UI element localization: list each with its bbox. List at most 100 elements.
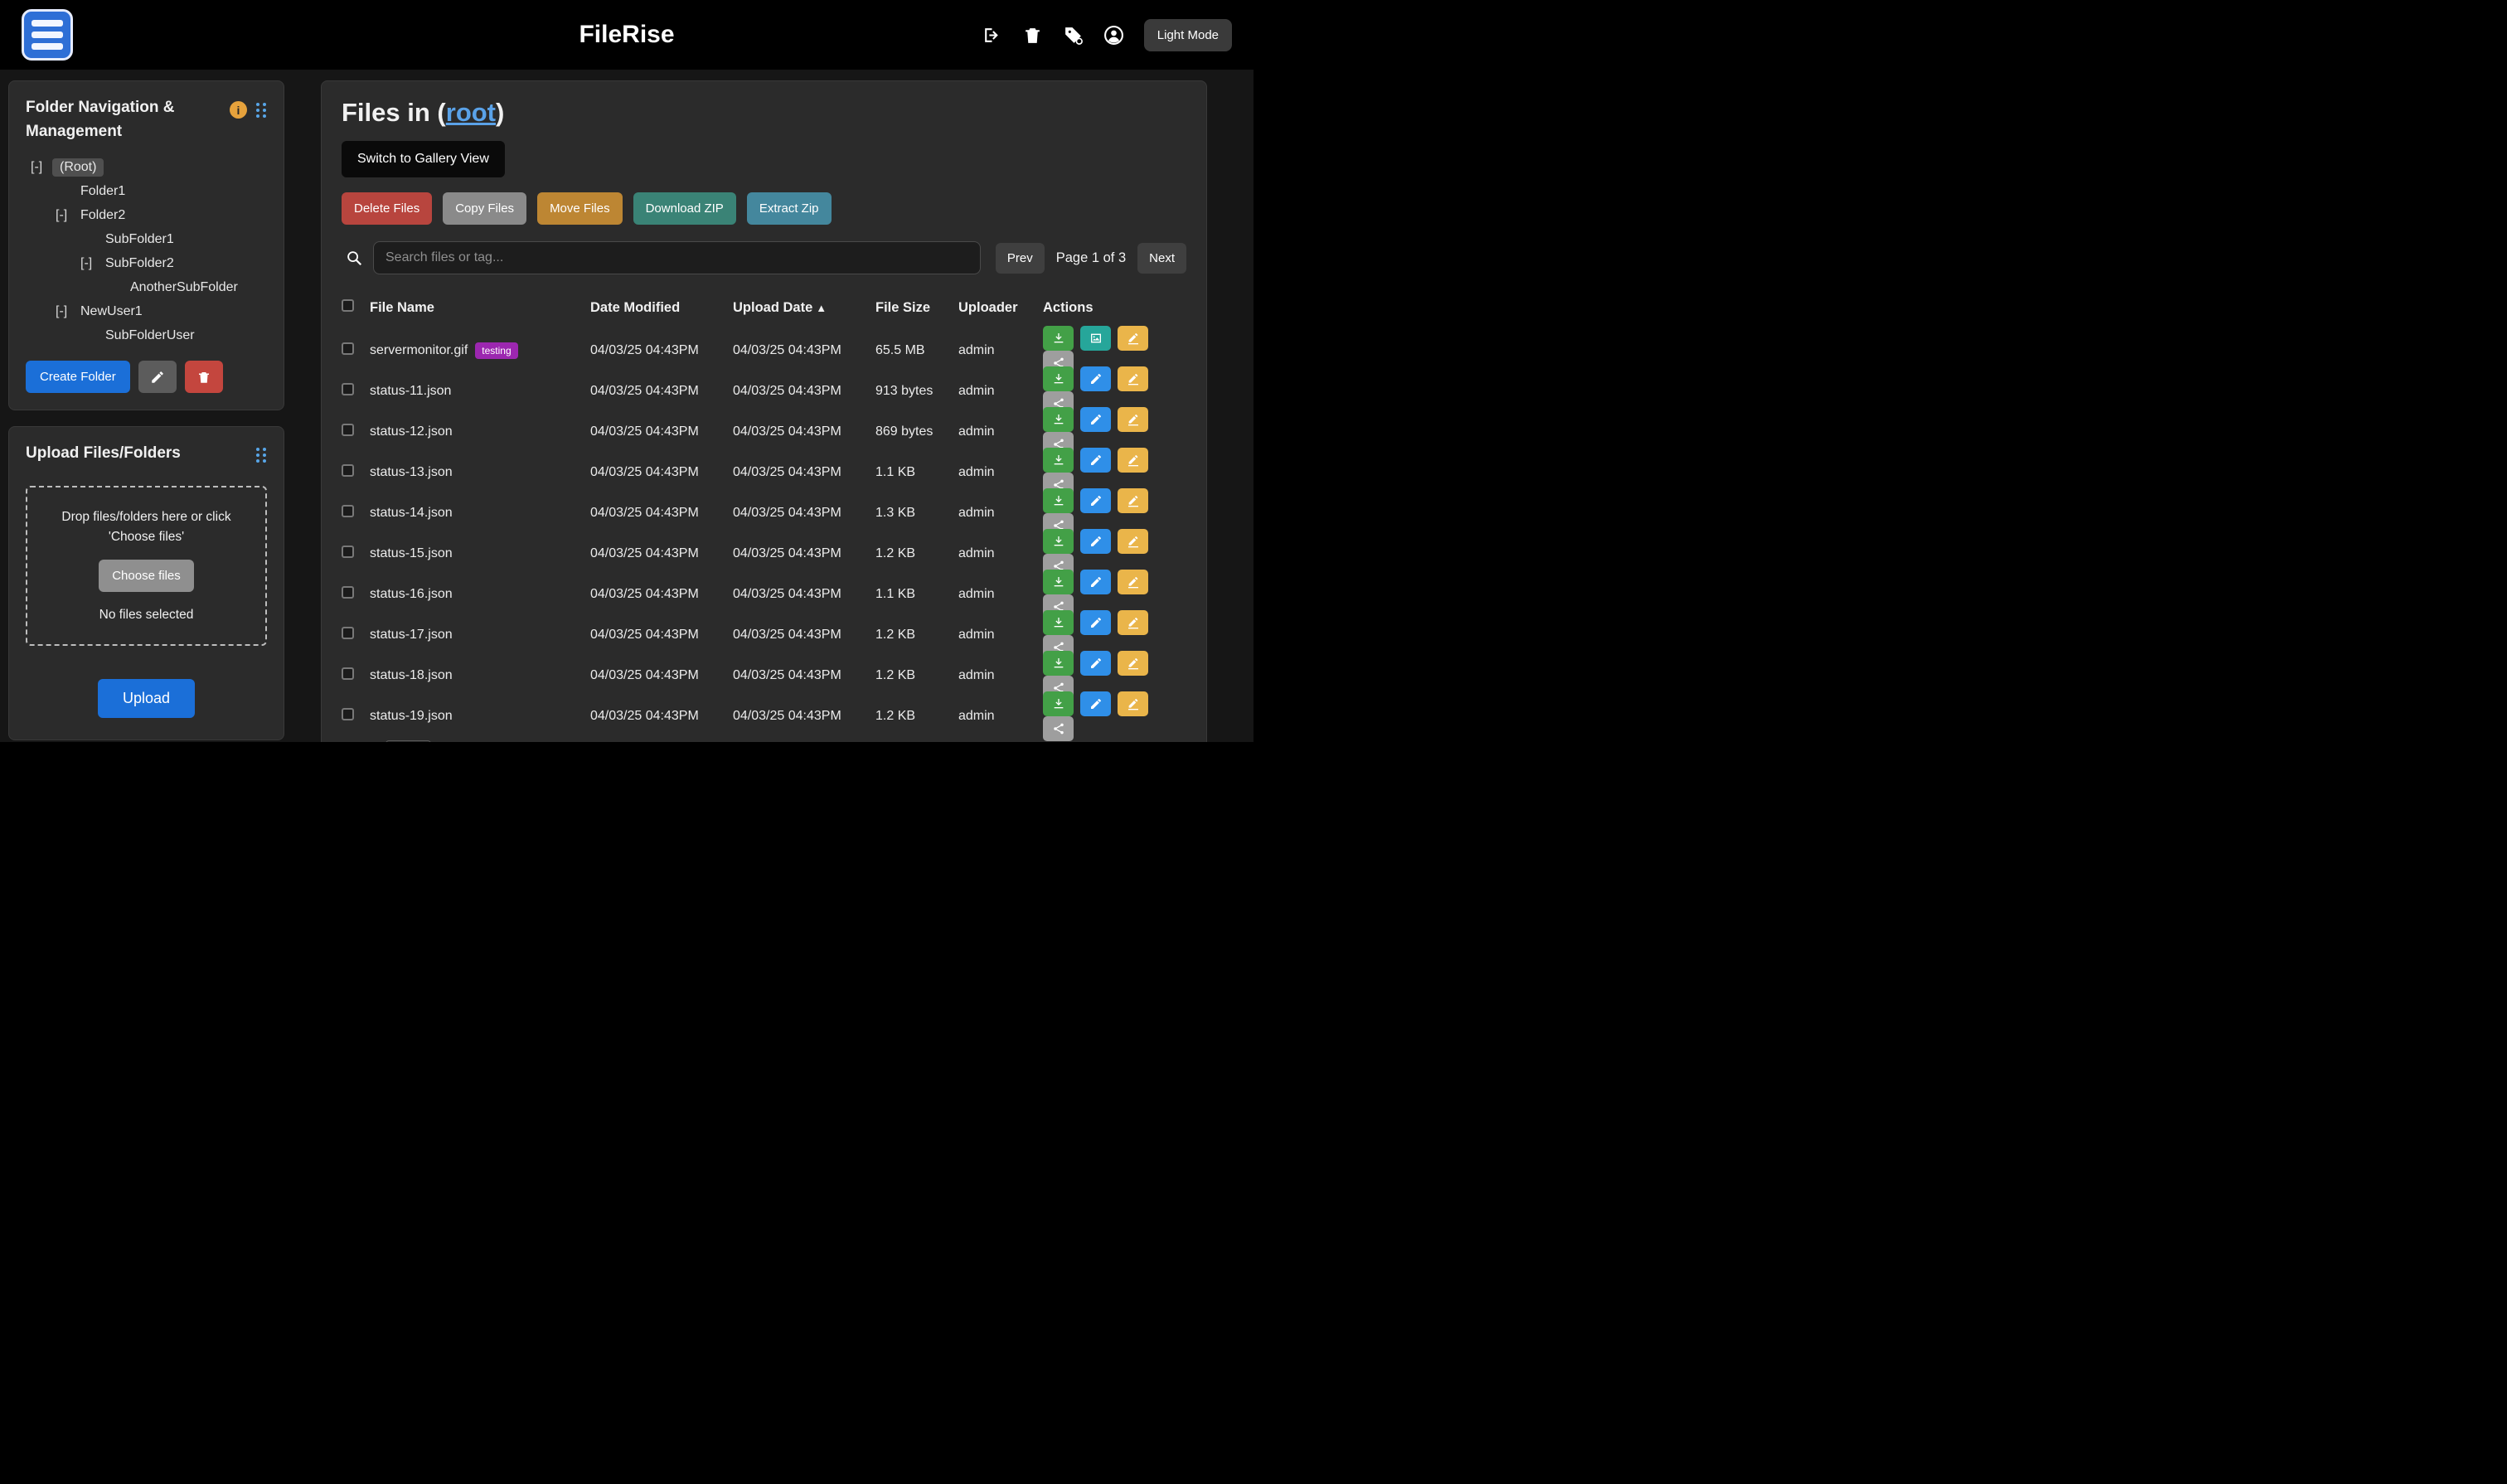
search-input[interactable]	[373, 241, 981, 274]
tree-label[interactable]: SubFolder2	[102, 255, 177, 273]
download-button[interactable]	[1043, 691, 1074, 716]
download-button[interactable]	[1043, 366, 1074, 391]
rename-button[interactable]	[1118, 651, 1148, 676]
trash-button[interactable]	[1022, 25, 1043, 46]
move-files-button[interactable]: Move Files	[537, 192, 623, 225]
edit-button[interactable]	[1080, 610, 1111, 635]
tree-item-folder2[interactable]: [-]Folder2	[26, 203, 267, 227]
file-dropzone[interactable]: Drop files/folders here or click 'Choose…	[26, 486, 267, 646]
file-name[interactable]: status-19.json	[370, 709, 453, 724]
file-name[interactable]: status-11.json	[370, 384, 451, 399]
copy-files-button[interactable]: Copy Files	[443, 192, 526, 225]
tree-label[interactable]: (Root)	[52, 158, 104, 177]
extract-zip-button[interactable]: Extract Zip	[747, 192, 832, 225]
prev-page-button[interactable]: Prev	[996, 243, 1045, 274]
column-date-modified[interactable]: Date Modified	[590, 300, 733, 316]
file-name[interactable]: status-14.json	[370, 506, 453, 521]
edit-button[interactable]	[1080, 366, 1111, 391]
delete-folder-button[interactable]	[185, 361, 223, 393]
column-uploader[interactable]: Uploader	[958, 300, 1043, 316]
tree-label[interactable]: AnotherSubFolder	[127, 279, 241, 297]
tree-item-newuser1[interactable]: [-]NewUser1	[26, 299, 267, 323]
root-folder-link[interactable]: root	[446, 98, 496, 127]
download-button[interactable]	[1043, 407, 1074, 432]
tree-item-subfolderuser[interactable]: SubFolderUser	[26, 323, 267, 347]
download-button[interactable]	[1043, 448, 1074, 473]
rename-button[interactable]	[1118, 326, 1148, 351]
tree-label[interactable]: NewUser1	[77, 303, 146, 321]
edit-button[interactable]	[1080, 570, 1111, 594]
row-checkbox[interactable]	[342, 505, 354, 517]
row-checkbox[interactable]	[342, 464, 354, 477]
tree-toggle[interactable]: [-]	[56, 304, 77, 319]
drag-handle-icon[interactable]	[255, 102, 267, 119]
download-button[interactable]	[1043, 570, 1074, 594]
column-file-name[interactable]: File Name	[370, 300, 590, 316]
switch-gallery-view-button[interactable]: Switch to Gallery View	[342, 141, 505, 177]
next-page-button[interactable]: Next	[1137, 243, 1186, 274]
rename-folder-button[interactable]	[138, 361, 177, 393]
file-name[interactable]: status-13.json	[370, 465, 453, 480]
row-checkbox[interactable]	[342, 546, 354, 558]
share-button[interactable]	[1043, 716, 1074, 741]
choose-files-button[interactable]: Choose files	[99, 560, 194, 592]
tree-item-subfolder1[interactable]: SubFolder1	[26, 227, 267, 251]
rename-button[interactable]	[1118, 691, 1148, 716]
rename-button[interactable]	[1118, 448, 1148, 473]
file-name[interactable]: status-17.json	[370, 628, 453, 643]
tree-item-subfolder2[interactable]: [-]SubFolder2	[26, 251, 267, 275]
tree-toggle[interactable]: [-]	[80, 256, 102, 271]
edit-button[interactable]	[1080, 448, 1111, 473]
edit-button[interactable]	[1080, 488, 1111, 513]
tree-label[interactable]: Folder2	[77, 206, 129, 225]
tree-item-root[interactable]: [-](Root)	[26, 155, 267, 179]
download-zip-button[interactable]: Download ZIP	[633, 192, 736, 225]
rename-button[interactable]	[1118, 570, 1148, 594]
row-checkbox[interactable]	[342, 383, 354, 395]
logout-button[interactable]	[982, 25, 1002, 46]
drag-handle-icon[interactable]	[255, 447, 267, 463]
download-button[interactable]	[1043, 529, 1074, 554]
file-name[interactable]: servermonitor.gif	[370, 343, 468, 358]
download-button[interactable]	[1043, 326, 1074, 351]
file-name[interactable]: status-16.json	[370, 587, 453, 602]
row-checkbox[interactable]	[342, 586, 354, 599]
row-checkbox[interactable]	[342, 342, 354, 355]
file-name[interactable]: status-18.json	[370, 668, 453, 683]
download-button[interactable]	[1043, 488, 1074, 513]
file-name[interactable]: status-15.json	[370, 546, 453, 561]
row-checkbox[interactable]	[342, 667, 354, 680]
tree-label[interactable]: SubFolderUser	[102, 327, 198, 345]
rename-button[interactable]	[1118, 529, 1148, 554]
edit-button[interactable]	[1080, 651, 1111, 676]
search-button[interactable]	[342, 249, 373, 267]
filerise-logo-icon[interactable]	[22, 9, 73, 61]
column-file-size[interactable]: File Size	[875, 300, 958, 316]
rename-button[interactable]	[1118, 488, 1148, 513]
light-mode-button[interactable]: Light Mode	[1144, 19, 1232, 51]
user-menu-button[interactable]	[1103, 25, 1124, 46]
preview-button[interactable]	[1080, 326, 1111, 351]
tree-item-anothersubfolder[interactable]: AnotherSubFolder	[26, 275, 267, 299]
column-upload-date[interactable]: Upload Date▲	[733, 300, 875, 316]
tree-label[interactable]: Folder1	[77, 182, 129, 201]
rename-button[interactable]	[1118, 407, 1148, 432]
items-per-page-select[interactable]: 10	[386, 740, 430, 742]
row-checkbox[interactable]	[342, 708, 354, 720]
edit-button[interactable]	[1080, 529, 1111, 554]
select-all-checkbox[interactable]	[342, 299, 354, 312]
row-checkbox[interactable]	[342, 627, 354, 639]
file-name[interactable]: status-12.json	[370, 424, 453, 439]
tree-item-folder1[interactable]: Folder1	[26, 179, 267, 203]
row-checkbox[interactable]	[342, 424, 354, 436]
rename-button[interactable]	[1118, 366, 1148, 391]
edit-button[interactable]	[1080, 691, 1111, 716]
tree-label[interactable]: SubFolder1	[102, 230, 177, 249]
edit-button[interactable]	[1080, 407, 1111, 432]
info-icon[interactable]: i	[230, 101, 247, 119]
rename-button[interactable]	[1118, 610, 1148, 635]
tree-toggle[interactable]: [-]	[56, 208, 77, 223]
create-folder-button[interactable]: Create Folder	[26, 361, 130, 393]
tag-manager-button[interactable]	[1063, 25, 1084, 46]
upload-button[interactable]: Upload	[98, 679, 195, 718]
